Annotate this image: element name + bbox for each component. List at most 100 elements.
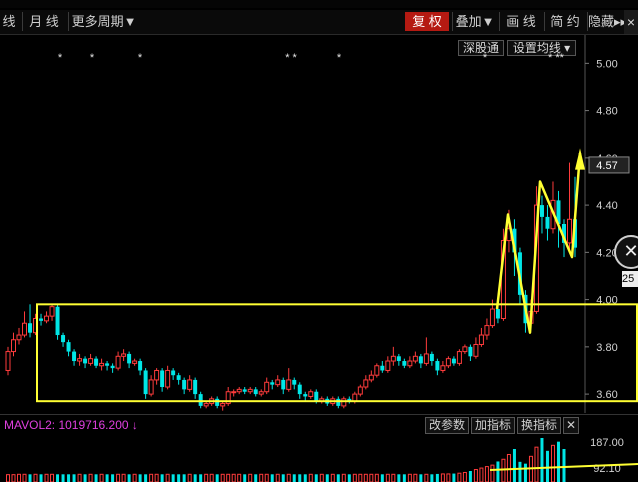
adjust-rights-button[interactable]: 复 权	[405, 12, 449, 31]
volume-bar	[116, 473, 121, 482]
simple-mode-button[interactable]: 简 约	[544, 12, 585, 31]
volume-bar	[111, 474, 115, 482]
candle-body-up	[165, 369, 171, 388]
volume-bar	[204, 473, 209, 482]
volume-bar	[209, 473, 214, 482]
switch-indicator-button[interactable]: 换指标	[517, 417, 561, 434]
volume-bar	[479, 467, 484, 482]
volume-bar	[462, 471, 467, 482]
volume-bar	[165, 473, 170, 482]
volume-bar	[94, 474, 98, 482]
volume-bar	[17, 473, 22, 482]
candle-body-up	[16, 334, 22, 341]
period-month-button[interactable]: 月 线	[22, 12, 65, 31]
chart-toolbar: 线 月 线 更多周期▼ 复 权 叠加▼ 画 线 简 约 隐藏▸▸	[0, 10, 638, 35]
change-params-button[interactable]: 改参数	[425, 417, 469, 434]
overlay-button[interactable]: 叠加▼	[452, 12, 497, 31]
volume-bar	[149, 473, 154, 482]
candle-body-up	[368, 374, 374, 381]
volume-bar	[275, 473, 280, 482]
hide-panel-button[interactable]: 隐藏▸▸	[587, 12, 627, 31]
y-tick-label: 4.40	[596, 200, 617, 212]
volume-bar	[121, 473, 126, 482]
candle-body-down	[253, 389, 258, 395]
volume-bar	[264, 473, 269, 482]
volume-bar	[193, 474, 197, 482]
volume-bar	[243, 474, 247, 482]
volume-bar	[259, 473, 264, 482]
candle-body-down	[160, 370, 165, 388]
candle-body-up	[308, 391, 314, 397]
candle-body-up	[203, 403, 209, 407]
side-tag: 25	[622, 271, 638, 287]
volume-bar	[270, 474, 274, 482]
candle-body-down	[336, 398, 341, 406]
y-tick-label: 3.80	[596, 342, 617, 354]
candle-body-up	[49, 306, 55, 317]
volume-bar	[248, 473, 253, 482]
volume-bar	[220, 473, 225, 482]
volume-bar	[88, 473, 93, 482]
close-indicator-icon[interactable]: ✕	[563, 417, 579, 434]
candle-body-down	[270, 382, 275, 385]
candle-body-up	[258, 391, 264, 395]
candle-body-up	[357, 386, 363, 395]
candle-body-down	[72, 351, 77, 362]
volume-bar	[380, 474, 384, 482]
volume-bar	[523, 463, 527, 482]
volume-bar	[83, 474, 87, 482]
volume-bar	[215, 474, 219, 482]
candle-body-up	[187, 379, 193, 390]
volume-bar	[314, 474, 318, 482]
candle-body-up	[115, 355, 121, 369]
volume-bar	[424, 473, 429, 482]
candle-body-down	[138, 361, 143, 371]
volume-bar	[484, 466, 489, 482]
candle-body-down	[396, 356, 401, 362]
candle-body-up	[286, 379, 292, 390]
candle-body-up	[390, 355, 396, 362]
volume-bar	[281, 474, 285, 482]
volume-bar	[496, 461, 500, 482]
volume-bar	[6, 474, 10, 482]
volume-bar	[413, 473, 418, 482]
add-indicator-button[interactable]: 加指标	[471, 417, 515, 434]
candle-body-up	[236, 388, 242, 393]
volume-bar	[501, 458, 506, 482]
candle-body-up	[484, 325, 490, 336]
candle-body-up	[264, 381, 270, 393]
volume-bar	[237, 473, 242, 482]
close-icon[interactable]: ×	[624, 10, 638, 34]
volume-bar	[385, 473, 390, 482]
more-periods-button[interactable]: 更多周期▼	[68, 12, 139, 31]
candle-body-up	[462, 346, 468, 353]
candle-body-up	[132, 360, 138, 364]
y-tick-label: 5.00	[596, 58, 617, 70]
candle-body-up	[121, 353, 127, 357]
candle-body-down	[110, 365, 115, 369]
volume-bar	[363, 473, 368, 482]
candle-body-down	[127, 353, 132, 364]
candle-body-up	[352, 393, 358, 402]
volume-bar	[446, 473, 451, 482]
event-marker: * **	[548, 52, 565, 64]
candle-body-down	[28, 323, 33, 333]
volume-bar	[308, 473, 313, 482]
event-marker: *	[483, 52, 488, 64]
volume-bar	[440, 473, 445, 482]
period-day-button[interactable]: 线	[2, 12, 16, 31]
volume-bar	[39, 474, 43, 482]
candle-body-down	[39, 318, 44, 321]
volume-bar	[407, 473, 412, 482]
volume-bar	[160, 474, 164, 482]
candle-body-down	[83, 358, 88, 364]
volume-bar	[199, 474, 203, 482]
candle-body-up	[407, 360, 413, 367]
candle-body-up	[154, 369, 160, 381]
volume-chart: 187.0092.10	[6, 437, 638, 482]
candle-body-up	[489, 308, 495, 327]
draw-line-button[interactable]: 画 线	[499, 12, 542, 31]
candle-body-up	[99, 362, 105, 367]
indicator-bar: MAVOL2: 1019716.200 ↓ 改参数 加指标 换指标 ✕	[0, 414, 638, 435]
candle-body-up	[77, 358, 83, 362]
